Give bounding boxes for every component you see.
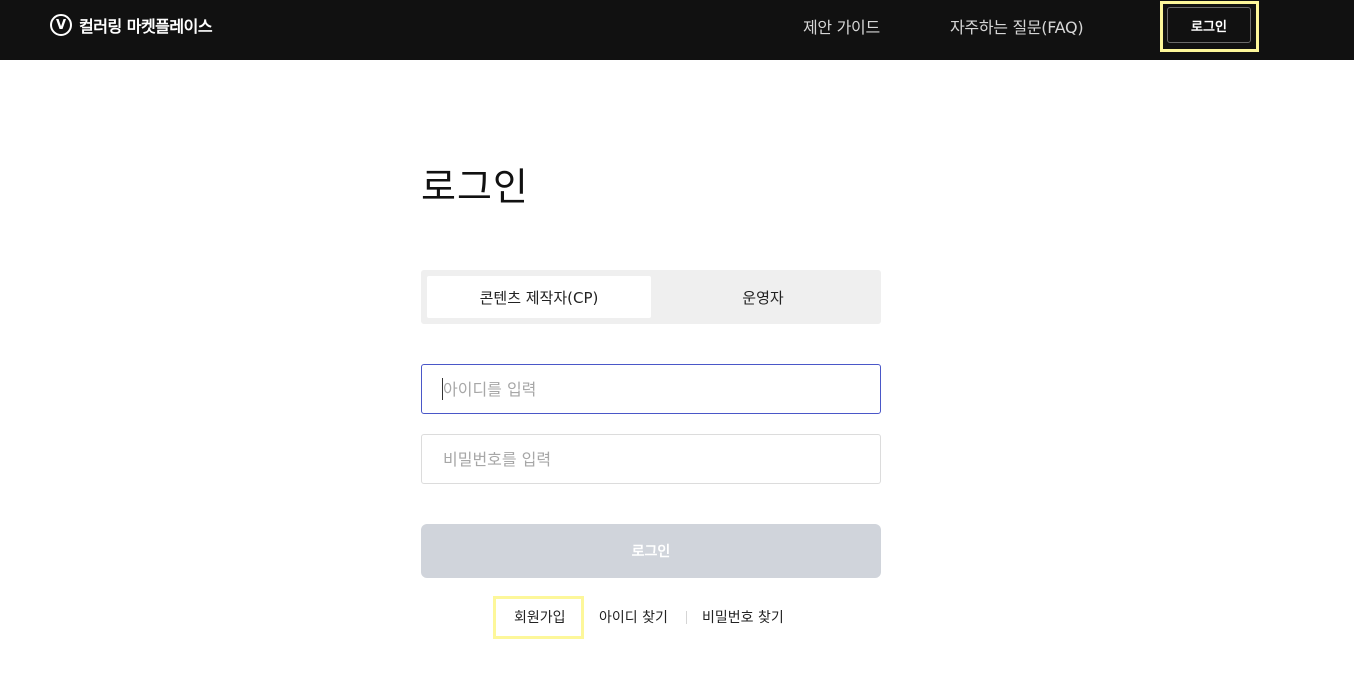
nav-link-faq[interactable]: 자주하는 질문(FAQ) <box>950 14 1084 38</box>
brand-home-link[interactable]: V 컬러링 마켓플레이스 <box>50 13 213 37</box>
link-divider <box>686 611 687 624</box>
find-id-link[interactable]: 아이디 찾기 <box>599 607 668 627</box>
signup-link[interactable]: 회원가입 <box>514 607 566 627</box>
password-input[interactable] <box>421 434 881 484</box>
find-password-link[interactable]: 비밀번호 찾기 <box>702 607 784 627</box>
page-title: 로그인 <box>421 165 529 209</box>
id-input[interactable] <box>421 364 881 414</box>
tab-operator[interactable]: 운영자 <box>651 276 875 318</box>
nav-link-proposal-guide[interactable]: 제안 가이드 <box>803 14 880 38</box>
header-login-button[interactable]: 로그인 <box>1167 7 1251 43</box>
text-cursor <box>442 378 443 400</box>
user-type-tabs: 콘텐츠 제작자(CP) 운영자 <box>421 270 881 324</box>
v-logo-icon: V <box>50 14 72 36</box>
login-submit-button[interactable]: 로그인 <box>421 524 881 578</box>
brand-name: 컬러링 마켓플레이스 <box>79 17 213 36</box>
tab-content-creator[interactable]: 콘텐츠 제작자(CP) <box>427 276 651 318</box>
top-navigation-bar: V 컬러링 마켓플레이스 제안 가이드 자주하는 질문(FAQ) 로그인 <box>0 0 1354 60</box>
